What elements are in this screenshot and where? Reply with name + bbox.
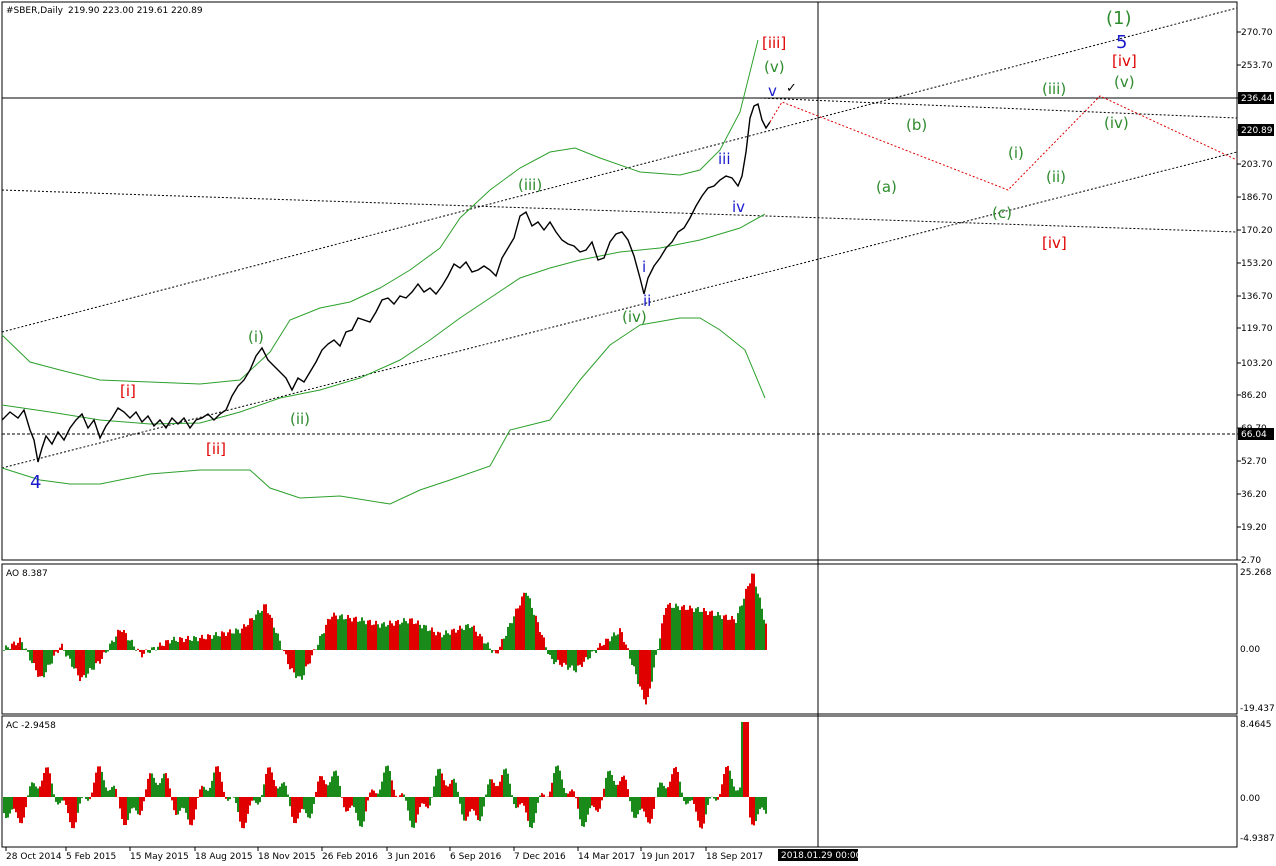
wave-label-i-low: (i) [248, 328, 264, 346]
wave-label-iii-blue: iii [718, 150, 731, 168]
ac-label: AC -2.9458 [6, 721, 56, 731]
time-tick-label: 28 Oct 2014 [6, 852, 62, 862]
time-tick-label: 7 Dec 2016 [514, 852, 566, 862]
wave-label-ii-low: (ii) [290, 410, 310, 428]
wave-label-iv-top: [iv] [1112, 52, 1137, 70]
price-tick-label: 186.70 [1241, 193, 1273, 203]
wave-label-v-blue: v [768, 82, 777, 100]
time-tick-label: 18 Aug 2015 [195, 852, 253, 862]
ac-tick-top: 8.4645 [1240, 720, 1272, 730]
wave-label-5: 5 [1116, 32, 1127, 53]
ao-tick-bottom: -19.437 [1240, 704, 1275, 714]
price-tick-label: 136.70 [1241, 292, 1273, 302]
price-axis: 270.70 253.70 236.44 220.89 203.70 186.70 170.… [1237, 28, 1274, 566]
price-tick-label: 52.70 [1241, 457, 1267, 467]
price-tick-label: 19.20 [1241, 523, 1267, 533]
time-tick-label: 14 Mar 2017 [578, 852, 635, 862]
wave-label-i-blue: i [642, 258, 646, 276]
wave-label-iii-red: [iii] [762, 34, 786, 52]
time-tick-label: 26 Feb 2016 [322, 852, 378, 862]
chart-window[interactable]: #SBER,Daily 219.90 223.00 219.61 220.89 … [0, 0, 1276, 866]
wave-label-a: (a) [876, 178, 897, 196]
ao-tick-zero: 0.00 [1240, 645, 1260, 655]
time-tick-label: 3 Jun 2016 [387, 852, 436, 862]
wave-label-1: (1) [1106, 8, 1132, 29]
wave-label-iv-low: (iv) [622, 308, 647, 326]
wave-label-v-green: (v) [764, 58, 785, 76]
ac-tick-zero: 0.00 [1240, 794, 1260, 804]
price-tick-label: 36.20 [1241, 490, 1267, 500]
wave-label-iv-right: (iv) [1104, 114, 1129, 132]
time-tick-label: 5 Feb 2015 [66, 852, 116, 862]
price-tick-label: 103.20 [1241, 359, 1273, 369]
wave-label-iii-top: (iii) [1042, 80, 1066, 98]
price-tick-label: 203.70 [1241, 160, 1273, 170]
wave-label-ii-red: [ii] [206, 440, 226, 458]
time-tick-label: 18 Sep 2017 [706, 852, 763, 862]
wave-label-ii-right: (ii) [1046, 168, 1066, 186]
wave-label-4: 4 [30, 472, 41, 493]
time-tick-label: 18 Nov 2015 [258, 852, 316, 862]
time-tick-label: 6 Sep 2016 [450, 852, 502, 862]
ohlc-values: 219.90 223.00 219.61 220.89 [68, 6, 203, 16]
wave-label-i-right: (i) [1008, 144, 1024, 162]
time-cursor-label: 2018.01.29 00:00 [781, 851, 862, 861]
ac-tick-bottom: -4.9387 [1240, 834, 1275, 844]
wave-label-iii-mid: (iii) [518, 176, 542, 194]
time-axis: 28 Oct 2014 5 Feb 2015 15 May 2015 18 Aug 2… [5, 847, 763, 862]
price-tick-label: 86.20 [1241, 391, 1267, 401]
time-tick-label: 19 Jun 2017 [641, 852, 695, 862]
price-tick-label: 236.44 [1241, 94, 1273, 104]
price-tick-label: 119.70 [1241, 324, 1273, 334]
price-tick-label: 66.04 [1241, 430, 1267, 440]
wave-label-iv-red: [iv] [1042, 234, 1067, 252]
price-tick-label: 220.89 [1241, 126, 1273, 136]
checkmark-icon: ✓ [786, 81, 797, 96]
wave-label-v-top: (v) [1114, 73, 1135, 91]
price-tick-label: 170.20 [1241, 226, 1273, 236]
price-tick-label: 253.70 [1241, 61, 1273, 71]
wave-label-b: (b) [906, 116, 927, 134]
ao-label: AO 8.387 [6, 569, 48, 579]
wave-label-i-red: [i] [120, 382, 136, 400]
wave-label-iv-blue: iv [732, 198, 745, 216]
symbol-label: #SBER,Daily [6, 6, 64, 16]
price-tick-label: 270.70 [1241, 28, 1273, 38]
wave-label-c: (c) [992, 204, 1012, 222]
time-tick-label: 15 May 2015 [130, 852, 189, 862]
ao-tick-top: 25.268 [1240, 568, 1272, 578]
price-tick-label: 2.70 [1241, 556, 1261, 566]
price-tick-label: 153.20 [1241, 259, 1273, 269]
